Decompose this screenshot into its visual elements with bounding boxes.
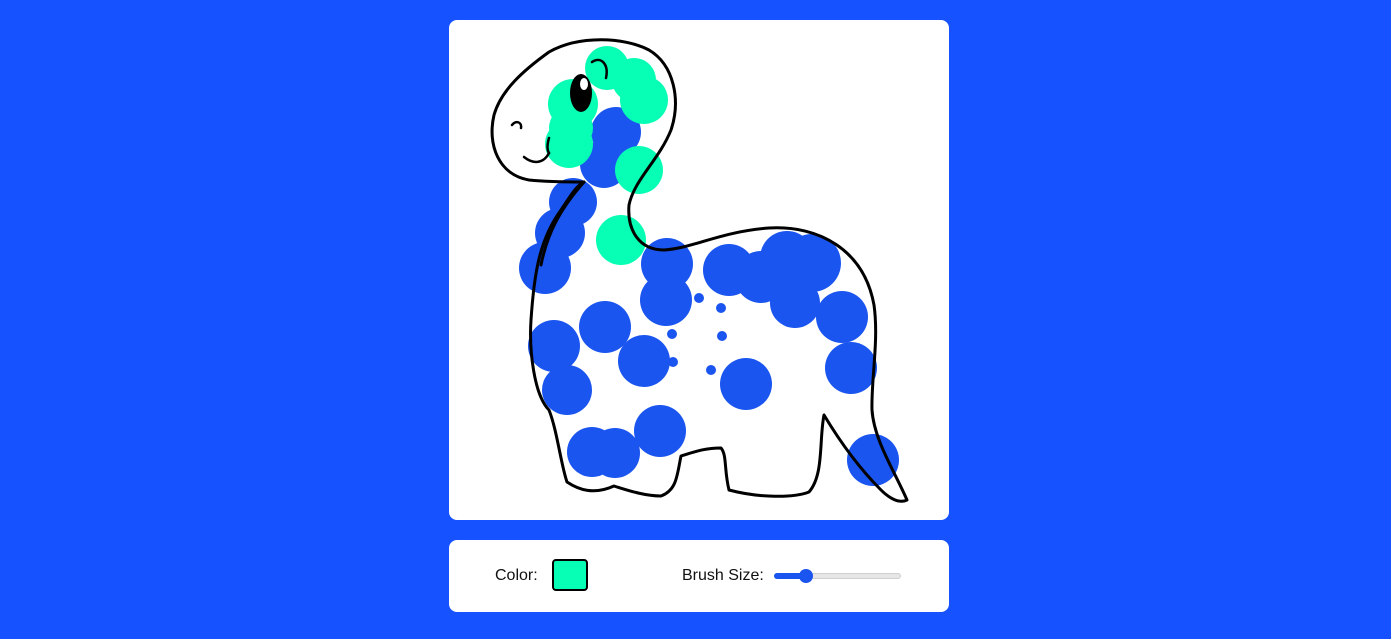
slider-thumb[interactable] bbox=[798, 569, 813, 583]
blue-paint-dab bbox=[694, 293, 704, 303]
blue-paint-dab bbox=[770, 278, 820, 328]
dino-smile bbox=[522, 151, 551, 164]
green-paint-dab bbox=[545, 120, 593, 168]
blue-paint-dab bbox=[668, 357, 678, 367]
blue-paint-dab bbox=[618, 335, 670, 387]
coloring-artwork[interactable] bbox=[449, 20, 949, 520]
drawing-canvas[interactable] bbox=[449, 20, 949, 520]
green-paint-dab bbox=[620, 76, 668, 124]
dino-nostril bbox=[510, 120, 523, 130]
blue-paint-dab bbox=[706, 365, 716, 375]
toolbar: Color: Brush Size: bbox=[449, 540, 949, 612]
dino-eye bbox=[570, 74, 592, 112]
blue-paint-dab bbox=[542, 365, 592, 415]
blue-paint-dab bbox=[590, 428, 640, 478]
dino-smile-end bbox=[546, 136, 551, 155]
blue-paint-dab bbox=[716, 303, 726, 313]
blue-paint-dab bbox=[579, 301, 631, 353]
blue-paint-dab bbox=[667, 329, 677, 339]
blue-paint-dab bbox=[825, 342, 877, 394]
blue-paint-dab bbox=[720, 358, 772, 410]
blue-paint-dab bbox=[528, 320, 580, 372]
blue-paint-dab bbox=[816, 291, 868, 343]
color-label: Color: bbox=[495, 567, 538, 584]
brush-size-slider[interactable] bbox=[774, 568, 901, 584]
color-picker[interactable] bbox=[552, 559, 588, 591]
blue-paint-dab bbox=[640, 274, 692, 326]
blue-paint-dab bbox=[634, 405, 686, 457]
paint-layer bbox=[519, 46, 899, 486]
blue-paint-dab bbox=[717, 331, 727, 341]
brush-size-label: Brush Size: bbox=[682, 567, 764, 584]
green-paint-dab bbox=[615, 146, 663, 194]
